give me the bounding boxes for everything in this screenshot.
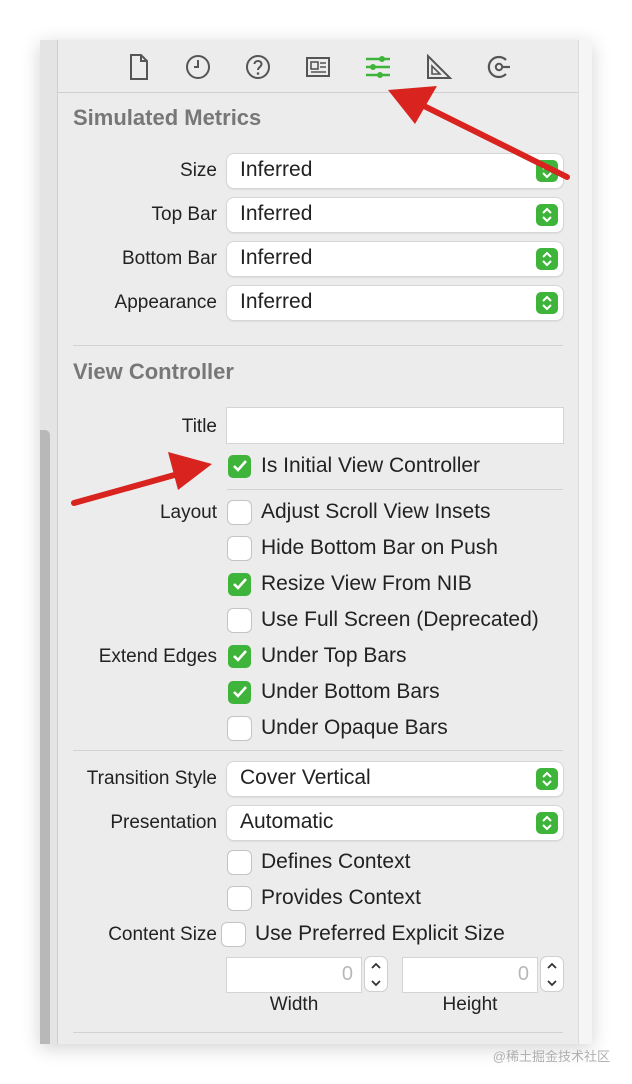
appearance-label: Appearance	[114, 292, 217, 313]
popup-chevron-icon	[536, 204, 558, 226]
checkbox-box	[228, 608, 251, 632]
bottom-bar-label: Bottom Bar	[121, 248, 217, 269]
title-label: Title	[181, 416, 217, 437]
height-value: 0	[517, 963, 529, 985]
top-bar-label: Top Bar	[151, 204, 217, 225]
width-label: Width	[269, 994, 319, 1015]
checkmark-icon	[228, 572, 251, 596]
stepper-down-icon[interactable]	[541, 974, 563, 991]
section-divider	[227, 489, 563, 490]
popup-chevron-icon	[536, 248, 558, 270]
bottom-bar-popup[interactable]: Inferred	[227, 242, 563, 276]
under-bottom-bars-checkbox[interactable]: Under Bottom Bars	[228, 679, 440, 705]
section-divider	[73, 1032, 563, 1033]
checkmark-icon	[228, 680, 251, 704]
quick-help-icon[interactable]	[241, 50, 275, 84]
provides-context-checkbox[interactable]: Provides Context	[228, 885, 421, 911]
use-full-screen-label: Use Full Screen (Deprecated)	[261, 608, 539, 631]
file-inspector-icon[interactable]	[121, 50, 155, 84]
width-value: 0	[341, 963, 353, 985]
resize-view-from-nib-checkbox[interactable]: Resize View From NIB	[228, 571, 472, 597]
defines-context-label: Defines Context	[261, 850, 411, 873]
hide-bottom-bar-checkbox[interactable]: Hide Bottom Bar on Push	[228, 535, 498, 561]
popup-chevron-icon	[536, 812, 558, 834]
checkbox-box	[228, 850, 251, 874]
under-bottom-bars-label: Under Bottom Bars	[261, 680, 440, 703]
presentation-label: Presentation	[110, 812, 217, 833]
layout-label: Layout	[159, 502, 217, 523]
checkmark-icon	[228, 644, 251, 668]
resize-view-from-nib-label: Resize View From NIB	[261, 572, 472, 595]
use-full-screen-checkbox[interactable]: Use Full Screen (Deprecated)	[228, 607, 539, 633]
initial-view-controller-checkbox[interactable]: Is Initial View Controller	[228, 453, 480, 479]
size-inspector-icon[interactable]	[421, 50, 455, 84]
adjust-scroll-view-insets-label: Adjust Scroll View Insets	[261, 500, 491, 523]
popup-chevron-icon	[536, 292, 558, 314]
transition-style-popup[interactable]: Cover Vertical	[227, 762, 563, 796]
size-value: Inferred	[240, 158, 313, 181]
use-preferred-explicit-size-label: Use Preferred Explicit Size	[255, 922, 505, 945]
size-label: Size	[180, 160, 217, 181]
extend-edges-label: Extend Edges	[98, 646, 217, 667]
section-divider	[73, 750, 563, 751]
transition-style-label: Transition Style	[86, 768, 217, 789]
checkmark-icon	[228, 454, 251, 478]
hide-bottom-bar-label: Hide Bottom Bar on Push	[261, 536, 498, 559]
stepper-up-icon[interactable]	[541, 957, 563, 974]
height-field[interactable]: 0	[403, 958, 537, 992]
presentation-value: Automatic	[240, 810, 334, 833]
checkbox-box	[228, 886, 251, 910]
watermark: @稀土掘金技术社区	[492, 1049, 610, 1064]
content-size-label: Content Size	[108, 924, 217, 945]
identity-inspector-icon[interactable]	[301, 50, 335, 84]
checkbox-box	[222, 922, 245, 946]
title-field[interactable]	[227, 408, 563, 443]
appearance-value: Inferred	[240, 290, 313, 313]
view-controller-title: View Controller	[73, 359, 234, 384]
under-opaque-bars-label: Under Opaque Bars	[261, 716, 448, 739]
transition-style-value: Cover Vertical	[240, 766, 371, 789]
adjust-scroll-view-insets-checkbox[interactable]: Adjust Scroll View Insets	[228, 499, 491, 525]
height-label: Height	[442, 994, 498, 1015]
appearance-popup[interactable]: Inferred	[227, 286, 563, 320]
attributes-inspector-icon[interactable]	[361, 50, 395, 84]
simulated-metrics-title: Simulated Metrics	[73, 105, 262, 130]
stepper-down-icon[interactable]	[365, 974, 387, 991]
width-field[interactable]: 0	[227, 958, 361, 992]
presentation-popup[interactable]: Automatic	[227, 806, 563, 840]
right-edge-strip	[578, 40, 592, 1044]
bottom-bar-value: Inferred	[240, 246, 313, 269]
height-stepper[interactable]	[541, 957, 563, 991]
vertical-scrollbar[interactable]	[40, 430, 50, 1044]
top-bar-popup[interactable]: Inferred	[227, 198, 563, 232]
popup-chevron-icon	[536, 768, 558, 790]
checkbox-box	[228, 500, 251, 524]
size-popup[interactable]: Inferred	[227, 154, 563, 188]
connections-inspector-icon[interactable]	[481, 50, 515, 84]
defines-context-checkbox[interactable]: Defines Context	[228, 849, 410, 875]
stepper-up-icon[interactable]	[365, 957, 387, 974]
popup-chevron-icon	[536, 160, 558, 182]
provides-context-label: Provides Context	[261, 886, 421, 909]
checkbox-box	[228, 716, 251, 740]
checkbox-box	[228, 536, 251, 560]
under-opaque-bars-checkbox[interactable]: Under Opaque Bars	[228, 715, 448, 741]
under-top-bars-checkbox[interactable]: Under Top Bars	[228, 643, 407, 669]
top-bar-value: Inferred	[240, 202, 313, 225]
use-preferred-explicit-size-checkbox[interactable]: Use Preferred Explicit Size	[222, 921, 505, 947]
under-top-bars-label: Under Top Bars	[261, 644, 407, 667]
section-divider	[73, 345, 563, 346]
history-inspector-icon[interactable]	[181, 50, 215, 84]
initial-view-controller-label: Is Initial View Controller	[261, 454, 481, 477]
width-stepper[interactable]	[365, 957, 387, 991]
inspector-toolbar	[58, 40, 578, 93]
